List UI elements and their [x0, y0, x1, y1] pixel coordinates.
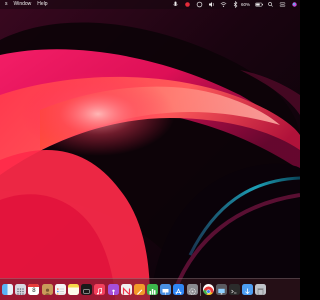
monitor-icon[interactable]	[215, 284, 227, 295]
calendar-day: 8	[32, 288, 36, 294]
keynote-icon[interactable]	[160, 284, 172, 295]
mic-icon[interactable]	[172, 0, 179, 9]
contacts-icon[interactable]	[41, 284, 53, 295]
reminders-icon[interactable]	[54, 284, 66, 295]
menu-bar: s Window Help 60%	[0, 0, 300, 9]
system-preferences-icon[interactable]	[186, 284, 198, 295]
menu-bar-status: 60%	[167, 0, 298, 9]
calendar-icon[interactable]: 8	[28, 284, 40, 295]
control-center-icon[interactable]	[279, 0, 286, 9]
app-store-icon[interactable]	[173, 284, 185, 295]
creative-cloud-icon[interactable]	[196, 0, 203, 9]
tv-icon[interactable]	[81, 284, 93, 295]
search-icon[interactable]	[267, 0, 274, 9]
chrome-icon[interactable]	[202, 284, 214, 295]
news-icon[interactable]	[120, 284, 132, 295]
volume-icon[interactable]	[208, 0, 215, 9]
menu-item-window[interactable]: Window	[11, 0, 35, 9]
music-icon[interactable]	[94, 284, 106, 295]
downloads-icon[interactable]	[242, 284, 254, 295]
notes-icon[interactable]	[67, 284, 79, 295]
record-icon[interactable]	[184, 0, 191, 9]
launchpad-icon[interactable]	[15, 284, 27, 295]
terminal-icon[interactable]	[228, 284, 240, 295]
desktop[interactable]: s Window Help 60% 8	[0, 0, 300, 300]
desktop-wallpaper	[0, 0, 300, 300]
dock-separator	[199, 283, 201, 296]
battery-icon[interactable]	[255, 0, 263, 9]
finder-icon[interactable]	[2, 284, 13, 295]
podcasts-icon[interactable]	[107, 284, 119, 295]
battery-percentage: 60%	[240, 2, 250, 7]
menu-item-help[interactable]: Help	[34, 0, 50, 9]
wifi-icon[interactable]	[220, 0, 227, 9]
siri-icon[interactable]	[291, 0, 298, 9]
trash-icon[interactable]	[255, 284, 267, 295]
numbers-icon[interactable]	[147, 284, 159, 295]
bluetooth-icon[interactable]	[232, 0, 239, 9]
dock: 8	[0, 278, 300, 300]
menu-item-app[interactable]: s	[2, 0, 11, 9]
pages-icon[interactable]	[133, 284, 145, 295]
